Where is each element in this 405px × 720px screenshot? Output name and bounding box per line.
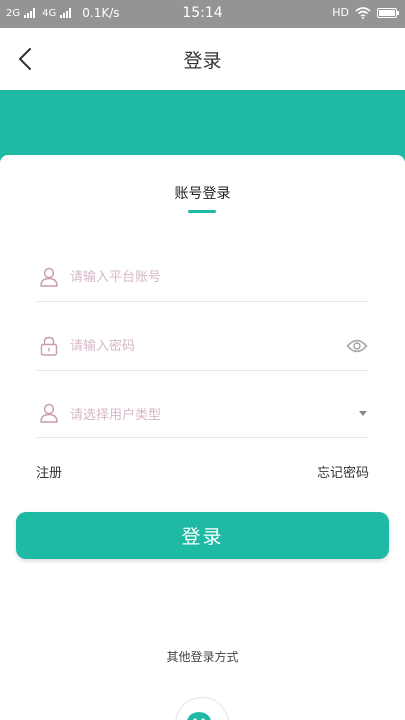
user-type-select[interactable]: 请选择用户类型	[36, 389, 369, 438]
password-input[interactable]	[70, 338, 345, 354]
account-field	[36, 253, 369, 302]
tab-account-login[interactable]: 账号登录	[0, 183, 405, 203]
status-right: HD	[332, 6, 399, 19]
lock-icon	[38, 335, 60, 357]
wechat-icon	[187, 712, 211, 720]
user-type-placeholder: 请选择用户类型	[70, 407, 162, 423]
login-button[interactable]: 登录	[16, 512, 389, 559]
nav-bar: 登录	[0, 28, 405, 90]
forgot-password-link[interactable]: 忘记密码	[317, 462, 369, 481]
user-icon	[38, 402, 60, 424]
login-screen: 2G 4G 0.1K/s 15:14 HD 登录 账号登录 请输入平台账号 请选…	[0, 0, 405, 720]
account-input[interactable]	[70, 269, 369, 285]
battery-icon	[377, 7, 399, 18]
caret-down-icon[interactable]	[359, 410, 367, 416]
wechat-login-button[interactable]	[175, 697, 229, 720]
login-card: 账号登录 请输入平台账号 请选择用户类型 注册 忘记密码 登录 其他登录方式	[0, 155, 405, 720]
page-title: 登录	[183, 50, 222, 72]
register-link[interactable]: 注册	[36, 462, 62, 481]
user-icon	[38, 266, 60, 288]
password-field	[36, 322, 369, 371]
hd-label: HD	[332, 6, 349, 19]
status-bar: 2G 4G 0.1K/s 15:14 HD	[0, 0, 405, 28]
tab-indicator	[188, 210, 216, 213]
wifi-icon	[355, 6, 371, 19]
eye-icon	[346, 339, 368, 353]
other-login-methods-label: 其他登录方式	[166, 650, 239, 664]
password-visibility-toggle[interactable]	[345, 334, 369, 358]
